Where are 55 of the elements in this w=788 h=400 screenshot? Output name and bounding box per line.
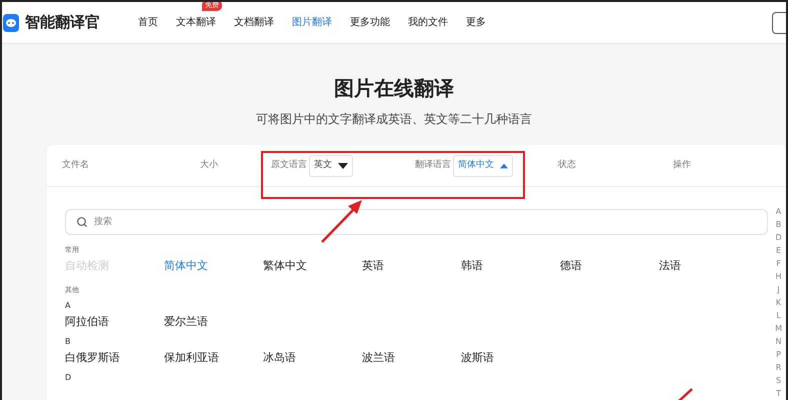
index-letter[interactable]: N: [776, 335, 782, 348]
language-option[interactable]: 波兰语: [362, 349, 395, 367]
nav-link[interactable]: 更多功能: [350, 17, 390, 28]
nav-link[interactable]: 我的文件: [408, 17, 448, 28]
language-option[interactable]: 阿拉伯语: [65, 313, 109, 331]
language-option[interactable]: 保加利亚语: [164, 349, 219, 367]
search-field[interactable]: 搜索: [65, 209, 768, 235]
language-option[interactable]: 波斯语: [461, 349, 494, 367]
caret-down-icon: [338, 162, 348, 168]
language-option[interactable]: 白俄罗斯语: [65, 349, 120, 367]
column-header: 操作: [673, 158, 691, 172]
index-letter[interactable]: F: [776, 257, 781, 270]
nav-link[interactable]: 首页: [138, 17, 158, 28]
language-select[interactable]: 简体中文: [453, 154, 513, 176]
column-header: 文件名: [62, 158, 89, 172]
language-option[interactable]: 英语: [362, 257, 384, 275]
page-subtitle: 可将图片中的文字翻译成英语、英文等二十几种语言: [255, 111, 533, 128]
letter-heading: B: [65, 337, 72, 347]
column-header: 翻译语言: [415, 158, 451, 172]
language-option[interactable]: 法语: [659, 257, 681, 275]
index-letter[interactable]: A: [776, 205, 782, 218]
nav-link[interactable]: 图片翻译: [292, 17, 332, 28]
index-letter[interactable]: H: [776, 270, 782, 283]
column-header: 原文语言: [271, 158, 307, 172]
index-letter[interactable]: E: [776, 244, 782, 257]
language-option[interactable]: 冰岛语: [263, 349, 296, 367]
search-icon: [77, 217, 87, 227]
index-letter[interactable]: S: [776, 374, 782, 387]
index-letter[interactable]: M: [775, 322, 782, 335]
index-letter[interactable]: L: [776, 309, 781, 322]
language-option[interactable]: 爱尔兰语: [164, 313, 208, 331]
column-header: 大小: [200, 158, 218, 172]
language-option[interactable]: 韩语: [461, 257, 483, 275]
nav-link[interactable]: 更多: [466, 17, 486, 28]
index-letter[interactable]: J: [777, 283, 780, 296]
index-letter[interactable]: P: [776, 348, 781, 361]
language-option[interactable]: 德语: [560, 257, 582, 275]
index-letter[interactable]: D: [775, 231, 782, 244]
app-name: 智能翻译官: [25, 12, 100, 34]
page-title: 图片在线翻译: [333, 75, 455, 102]
column-header: 状态: [558, 158, 576, 172]
nav-link[interactable]: 文档翻译: [234, 17, 274, 28]
index-letter[interactable]: T: [776, 387, 781, 400]
index-letter[interactable]: R: [776, 361, 782, 374]
header-button[interactable]: [772, 12, 786, 34]
language-option[interactable]: 繁体中文: [263, 257, 307, 275]
caret-up-icon: [500, 162, 508, 168]
nav-link[interactable]: 文本翻译: [176, 17, 216, 28]
letter-heading: D: [65, 373, 72, 383]
index-letter[interactable]: B: [776, 218, 782, 231]
letter-heading: A: [65, 301, 72, 311]
index-letter[interactable]: K: [776, 296, 782, 309]
arrow: [320, 198, 364, 244]
language-option[interactable]: 简体中文: [164, 257, 208, 275]
language-select[interactable]: 英文: [309, 154, 353, 176]
